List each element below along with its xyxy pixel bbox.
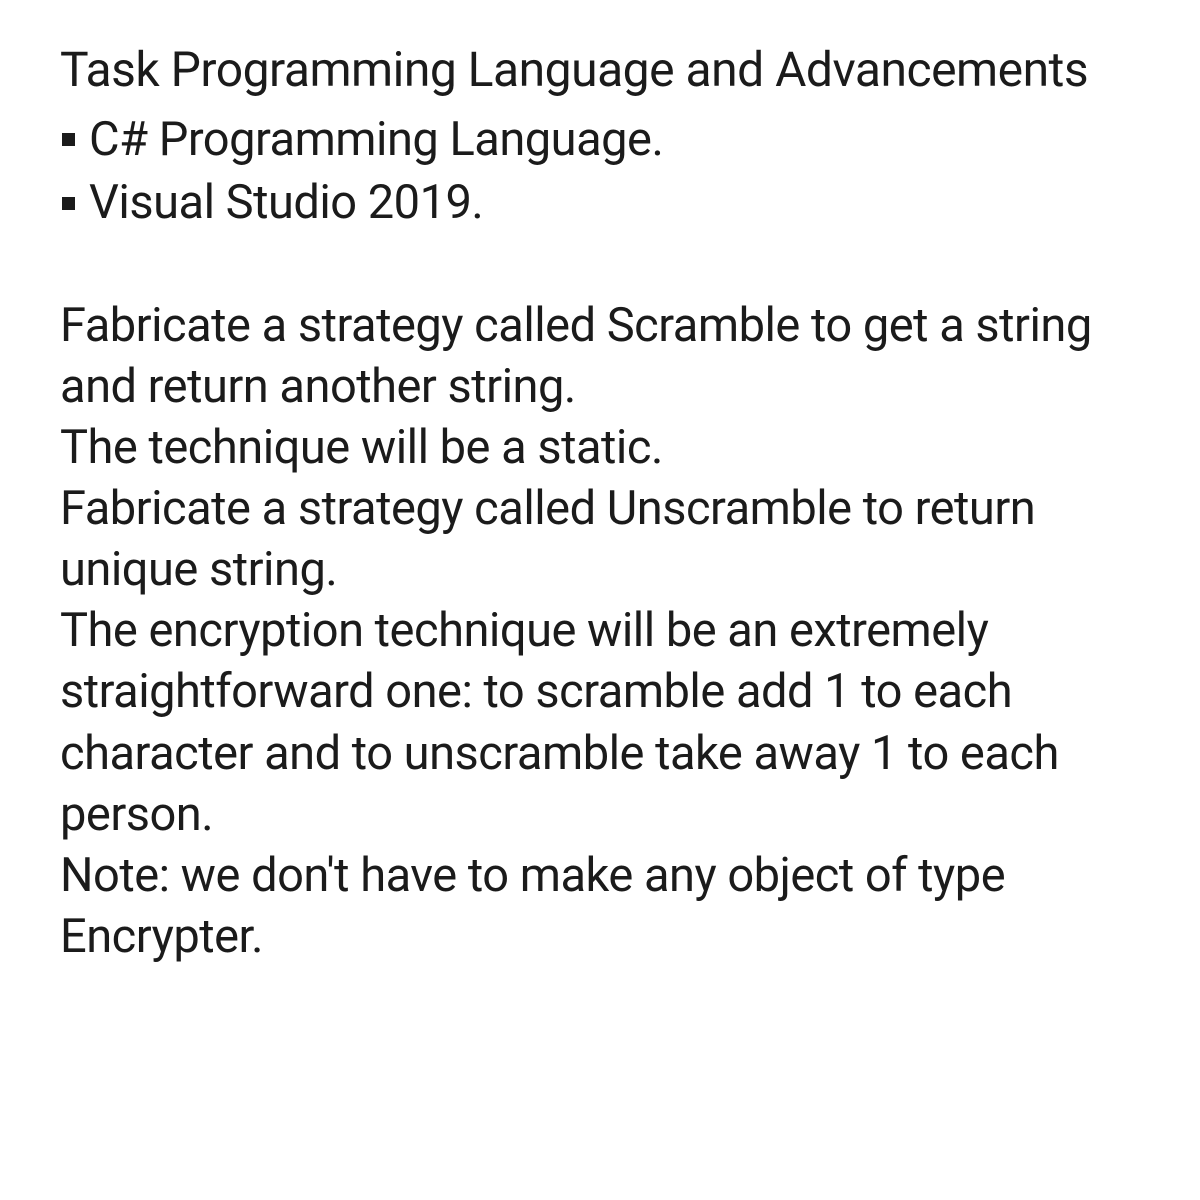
body-line: Fabricate a strategy called Unscramble t… — [60, 478, 1140, 600]
list-item-text: Visual Studio 2019. — [89, 171, 483, 234]
list-item-text: C# Programming Language. — [89, 108, 663, 171]
list-item: C# Programming Language. — [60, 108, 1140, 171]
bullet-square-icon — [62, 133, 75, 146]
bullet-list: C# Programming Language. Visual Studio 2… — [60, 108, 1140, 235]
section-heading: Task Programming Language and Advancemen… — [60, 40, 1140, 100]
body-text: Fabricate a strategy called Scramble to … — [60, 295, 1140, 967]
body-line: The encryption technique will be an extr… — [60, 600, 1140, 722]
list-item: Visual Studio 2019. — [60, 171, 1140, 234]
bullet-square-icon — [62, 197, 75, 210]
body-line: character and to unscramble take away 1 … — [60, 723, 1140, 845]
body-line: Fabricate a strategy called Scramble to … — [60, 295, 1140, 417]
document-page: Task Programming Language and Advancemen… — [0, 0, 1200, 967]
body-line: Note: we don't have to make any object o… — [60, 845, 1140, 967]
body-line: The technique will be a static. — [60, 417, 1140, 478]
